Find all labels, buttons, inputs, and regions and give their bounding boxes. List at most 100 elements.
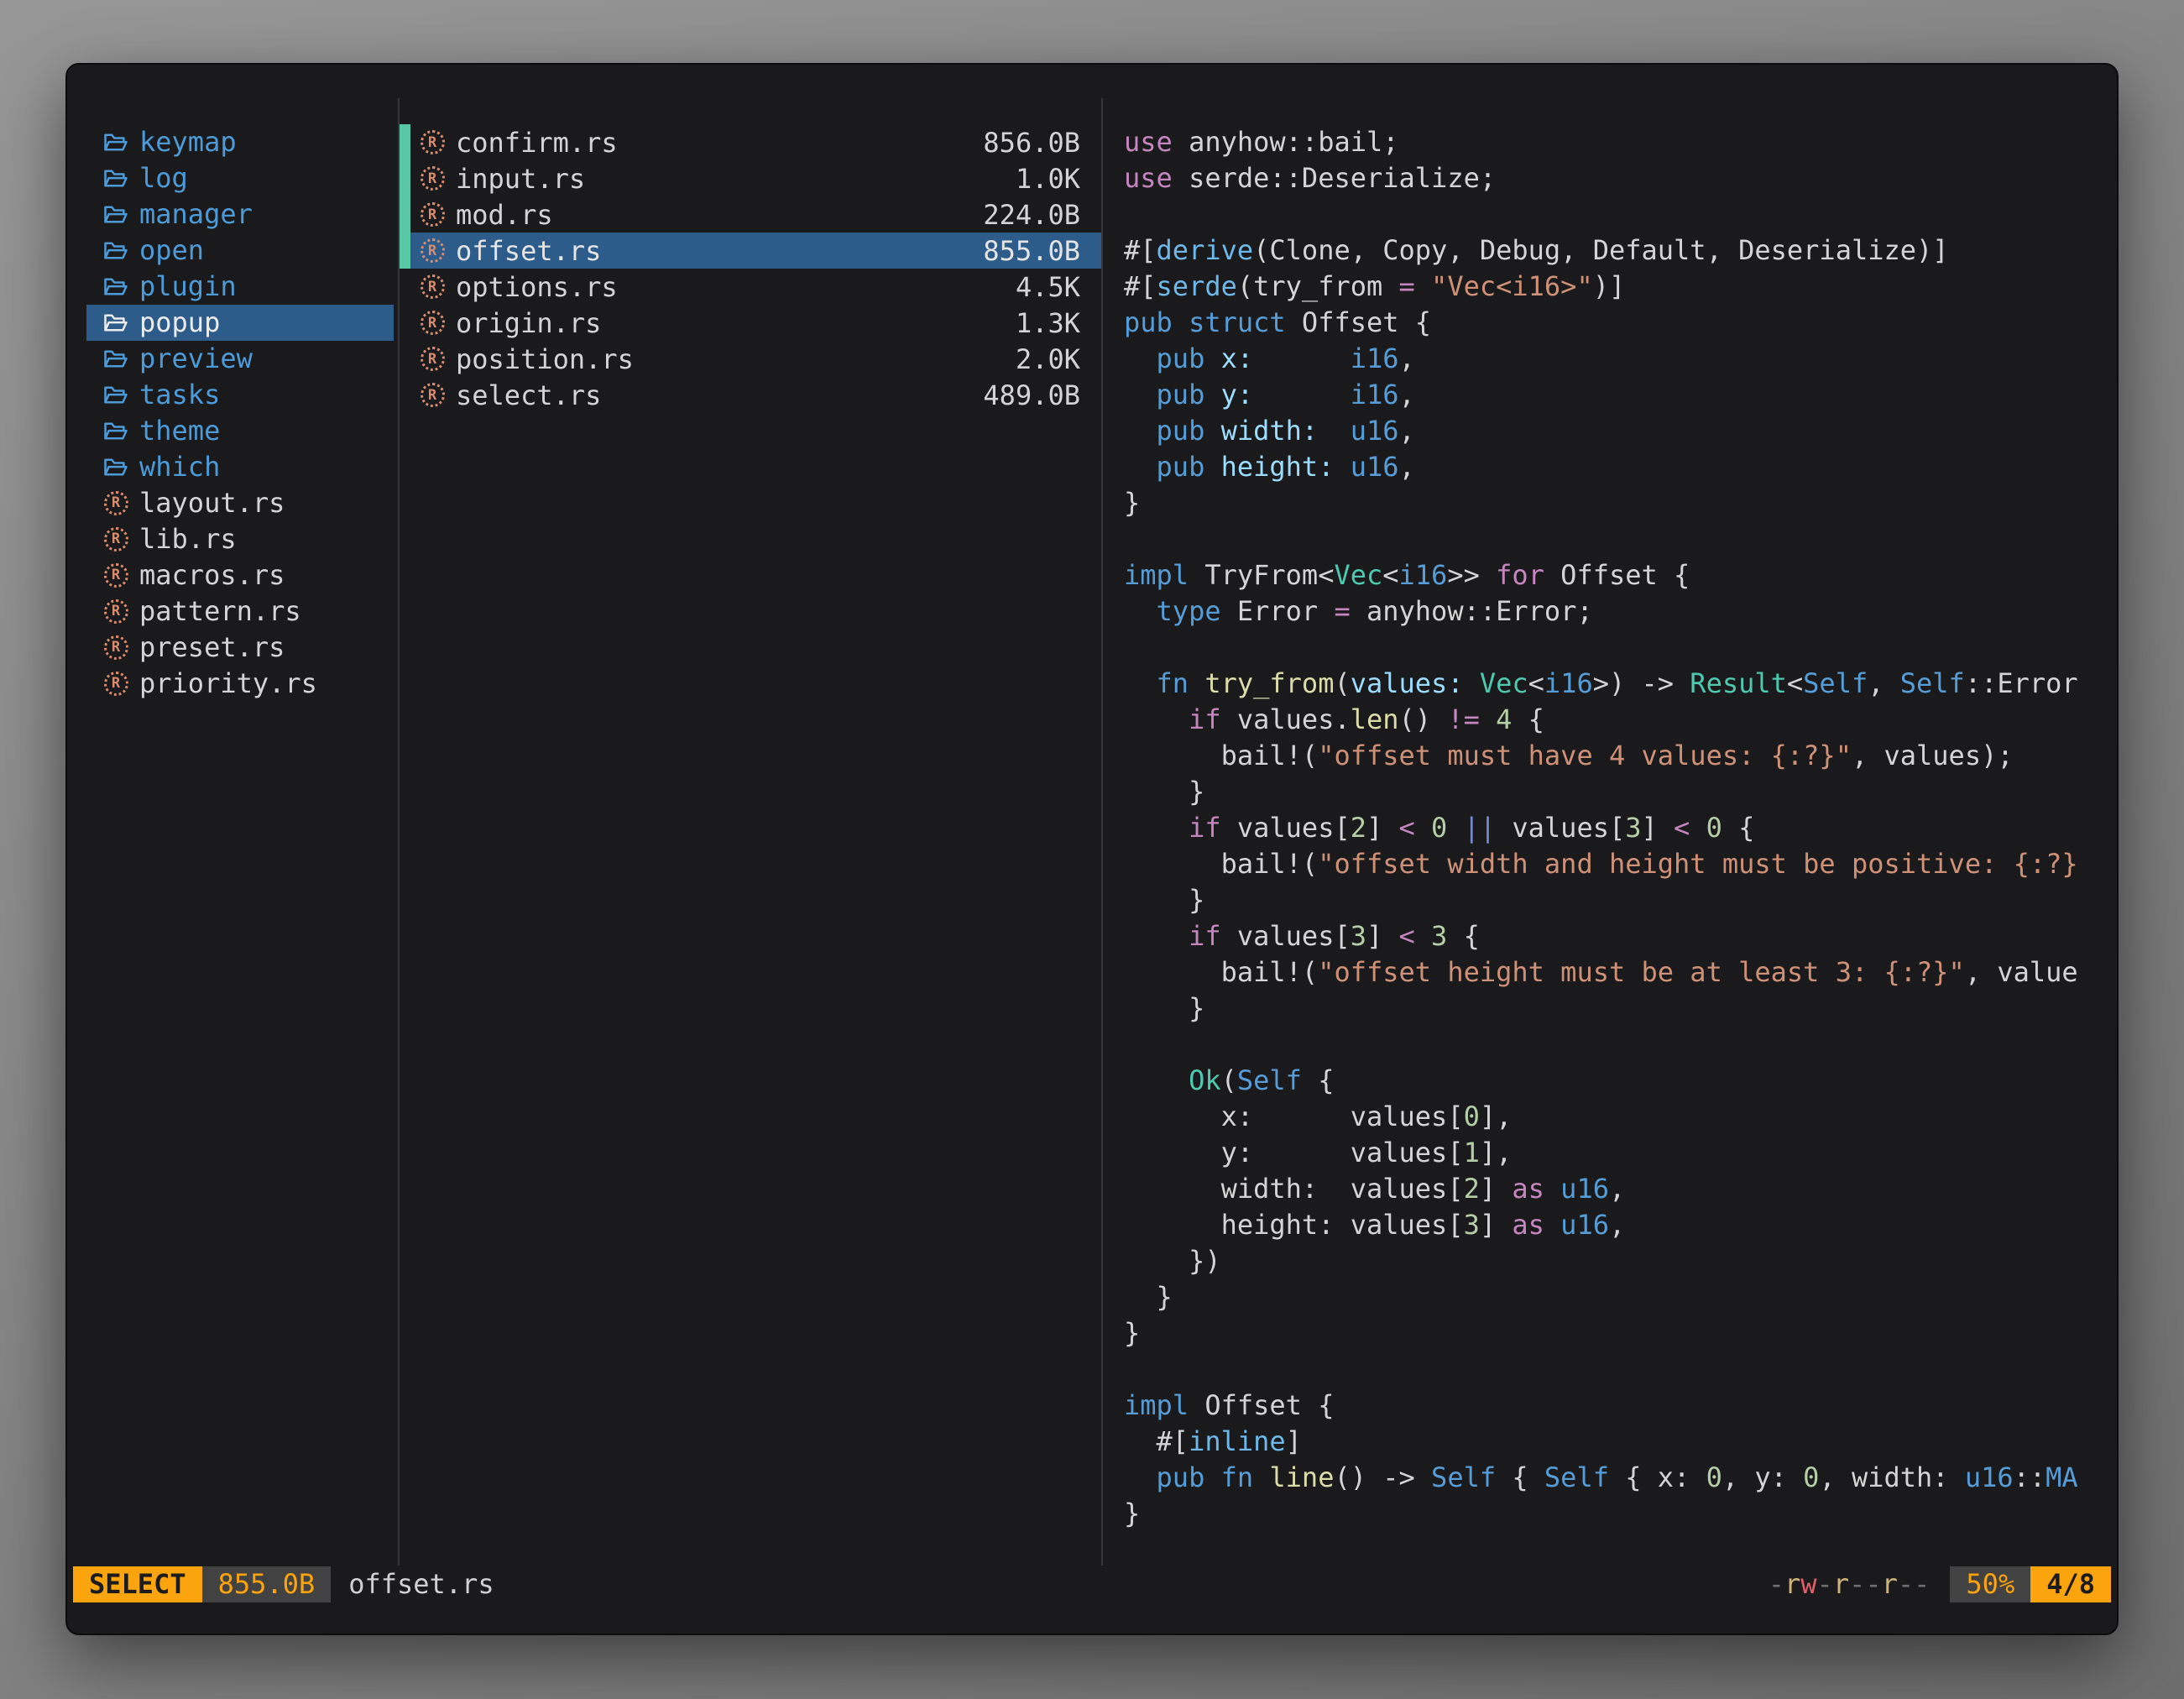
rust-file-icon: R — [104, 599, 128, 624]
sidebar-item-tasks[interactable]: tasks — [86, 377, 394, 413]
selection-marker — [400, 124, 410, 160]
code-line: type Error = anyhow::Error; — [1124, 593, 2114, 630]
rust-file-icon: R — [104, 635, 128, 660]
item-label: plugin — [139, 269, 237, 305]
code-line: if values[3] < 3 { — [1124, 918, 2114, 954]
open-folder-icon — [103, 239, 128, 262]
code-line: } — [1124, 1315, 2114, 1351]
item-label: layout.rs — [139, 485, 285, 521]
open-folder-icon — [103, 275, 128, 298]
code-line: } — [1124, 774, 2114, 810]
file-preview-pane: use anyhow::bail;use serde::Deserialize;… — [1124, 124, 2114, 1532]
code-line: y: values[1], — [1124, 1135, 2114, 1171]
file-name: confirm.rs — [456, 127, 618, 159]
yazi-window: keymaplogmanageropenpluginpopuppreviewta… — [65, 63, 2119, 1635]
code-line: pub x: i16, — [1124, 341, 2114, 377]
code-line: bail!("offset width and height must be p… — [1124, 846, 2114, 882]
open-folder-icon — [103, 348, 128, 370]
code-line: width: values[2] as u16, — [1124, 1171, 2114, 1207]
rust-file-icon: R — [421, 347, 445, 371]
code-line: } — [1124, 991, 2114, 1027]
sidebar-item-preview[interactable]: preview — [86, 341, 394, 377]
code-line: pub y: i16, — [1124, 377, 2114, 413]
selection-marker — [400, 160, 410, 196]
file-name: origin.rs — [456, 307, 601, 339]
code-line: bail!("offset must have 4 values: {:?}",… — [1124, 738, 2114, 774]
item-label: preview — [139, 341, 253, 377]
rust-file-icon: R — [421, 202, 445, 227]
rust-file-icon: R — [421, 238, 445, 263]
code-line: #[serde(try_from = "Vec<i16>")] — [1124, 269, 2114, 305]
current-directory-pane: Rconfirm.rs 856.0B Rinput.rs 1.0KRmod.rs224… — [400, 124, 1101, 413]
rust-file-icon: R — [104, 672, 128, 696]
rust-file-icon: R — [104, 491, 128, 515]
item-label: keymap — [139, 124, 237, 160]
sidebar-item-keymap[interactable]: keymap — [86, 124, 394, 160]
file-row-input-rs[interactable]: Rinput.rs1.0K — [400, 160, 1101, 196]
sidebar-item-layout-rs[interactable]: Rlayout.rs — [86, 485, 394, 521]
sidebar-item-pattern-rs[interactable]: Rpattern.rs — [86, 593, 394, 630]
sidebar-item-preset-rs[interactable]: Rpreset.rs — [86, 630, 394, 666]
file-row-position-rs[interactable]: Rposition.rs2.0K — [400, 341, 1101, 377]
file-name: mod.rs — [456, 199, 553, 231]
code-line: } — [1124, 1496, 2114, 1532]
sidebar-item-lib-rs[interactable]: Rlib.rs — [86, 521, 394, 557]
code-line: pub struct Offset { — [1124, 305, 2114, 341]
sidebar-item-popup[interactable]: popup — [86, 305, 394, 341]
sidebar-item-macros-rs[interactable]: Rmacros.rs — [86, 557, 394, 593]
sidebar-item-priority-rs[interactable]: Rpriority.rs — [86, 666, 394, 702]
file-row-confirm-rs[interactable]: Rconfirm.rs856.0B — [400, 124, 1101, 160]
open-folder-icon — [103, 203, 128, 226]
file-size: 856.0B — [983, 127, 1080, 159]
code-line — [1124, 1027, 2114, 1063]
sidebar-item-open[interactable]: open — [86, 233, 394, 269]
status-filename: offset.rs — [348, 1566, 494, 1602]
rust-file-icon: R — [421, 383, 445, 407]
file-size: 4.5K — [1016, 271, 1080, 303]
code-line: } — [1124, 1279, 2114, 1315]
code-line: #[derive(Clone, Copy, Debug, Default, De… — [1124, 233, 2114, 269]
selection-marker — [400, 305, 410, 341]
item-label: tasks — [139, 377, 220, 413]
file-row-options-rs[interactable]: Roptions.rs 4.5K — [400, 269, 1101, 305]
sidebar-item-log[interactable]: log — [86, 160, 394, 196]
cursor-position-badge: 4/8 — [2030, 1566, 2111, 1602]
sidebar-item-manager[interactable]: manager — [86, 196, 394, 233]
parent-directory-pane: keymaplogmanageropenpluginpopuppreviewta… — [86, 124, 394, 702]
code-line: impl Offset { — [1124, 1388, 2114, 1424]
file-row-mod-rs[interactable]: Rmod.rs224.0B — [400, 196, 1101, 233]
code-line: Ok(Self { — [1124, 1063, 2114, 1099]
code-line: bail!("offset height must be at least 3:… — [1124, 954, 2114, 991]
selection-marker — [400, 341, 410, 377]
file-name: options.rs — [456, 271, 618, 303]
file-size: 1.0K — [1016, 163, 1080, 195]
sidebar-item-which[interactable]: which — [86, 449, 394, 485]
open-folder-icon — [103, 311, 128, 334]
rust-file-icon: R — [421, 274, 445, 299]
file-row-offset-rs[interactable]: Roffset.rs855.0B — [400, 233, 1101, 269]
sidebar-item-theme[interactable]: theme — [86, 413, 394, 449]
pane-separator-right — [1101, 98, 1103, 1566]
status-bar: SELECT 855.0B offset.rs -rw-r--r-- 50% 4… — [73, 1566, 2111, 1602]
code-line: if values.len() != 4 { — [1124, 702, 2114, 738]
code-line: x: values[0], — [1124, 1099, 2114, 1135]
code-line: pub height: u16, — [1124, 449, 2114, 485]
item-label: theme — [139, 413, 220, 449]
item-label: which — [139, 449, 220, 485]
file-size: 855.0B — [983, 235, 1080, 267]
file-name: input.rs — [456, 163, 585, 195]
status-right: -rw-r--r-- 50% 4/8 — [1769, 1566, 2111, 1602]
item-label: manager — [139, 196, 253, 233]
permissions: -rw-r--r-- — [1769, 1566, 1931, 1602]
code-line: }) — [1124, 1243, 2114, 1279]
file-row-select-rs[interactable]: Rselect.rs489.0B — [400, 377, 1101, 413]
open-folder-icon — [103, 167, 128, 190]
file-size-badge: 855.0B — [202, 1566, 332, 1602]
sidebar-item-plugin[interactable]: plugin — [86, 269, 394, 305]
file-row-origin-rs[interactable]: Rorigin.rs1.3K — [400, 305, 1101, 341]
selection-marker — [400, 233, 410, 269]
code-line: impl TryFrom<Vec<i16>> for Offset { — [1124, 557, 2114, 593]
open-folder-icon — [103, 384, 128, 406]
open-folder-icon — [103, 420, 128, 442]
file-size: 489.0B — [983, 379, 1080, 411]
